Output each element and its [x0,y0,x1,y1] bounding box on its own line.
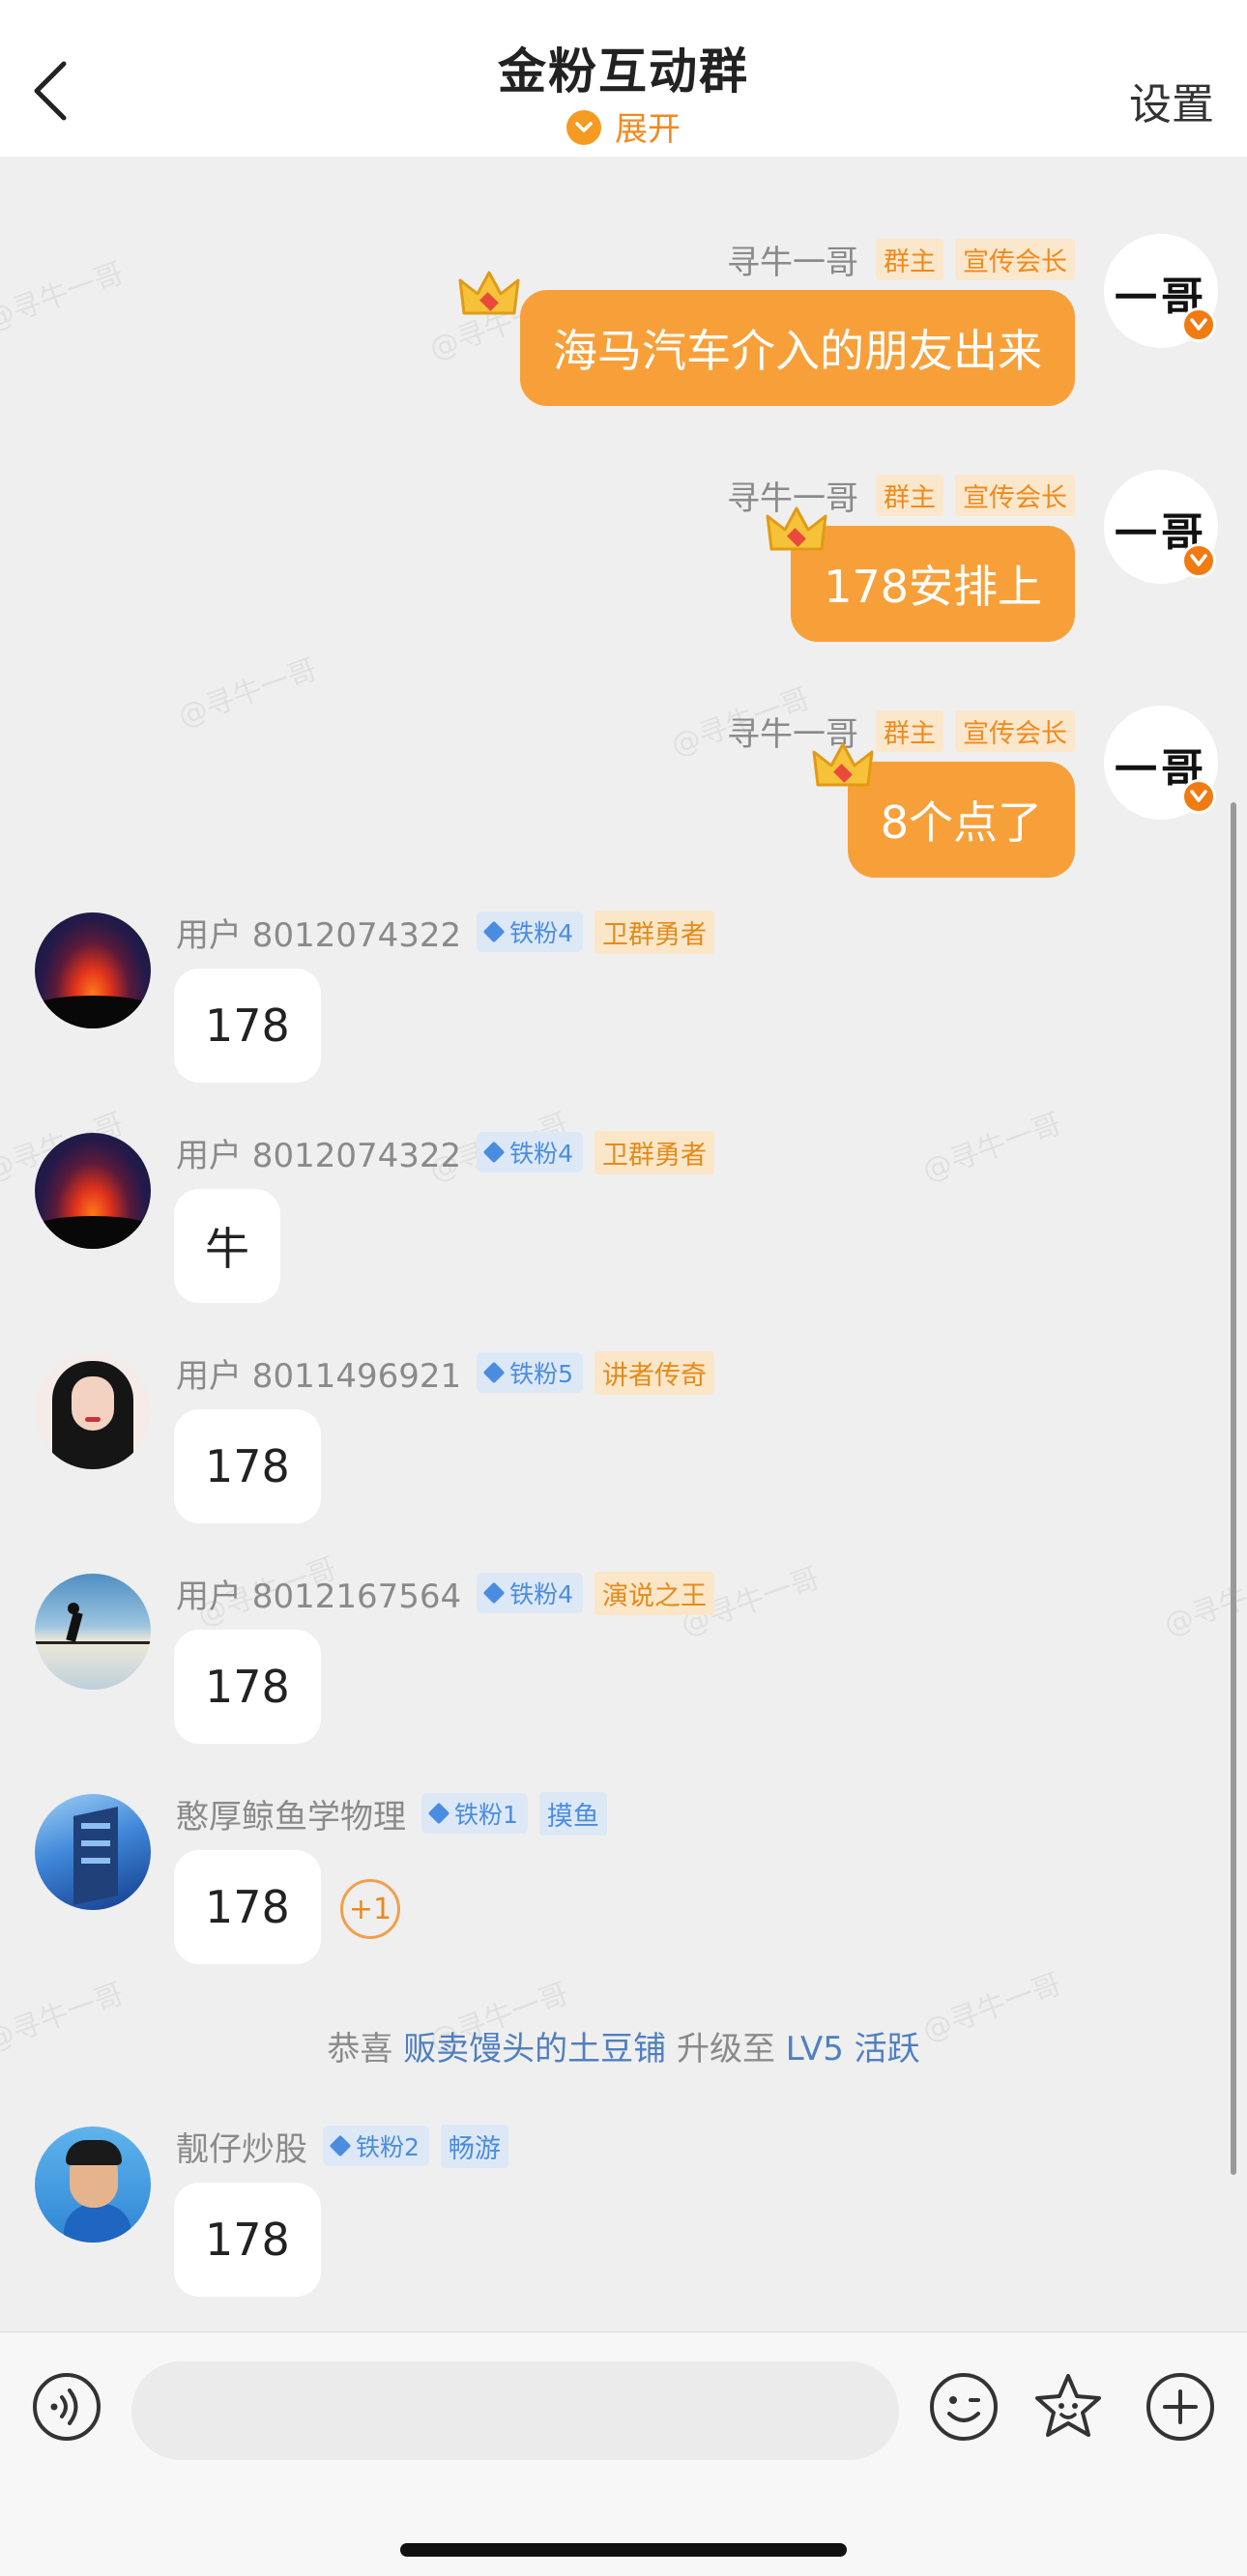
avatar[interactable]: 一哥 [1104,234,1218,348]
title-badge: 卫群勇者 [594,1130,715,1174]
title-badge: 演说之王 [594,1571,715,1615]
title-badge: 讲者传奇 [594,1350,715,1395]
message-meta: 用户 8012074322 铁粉4 卫群勇者 [176,909,715,956]
message-bubble[interactable]: 海马汽车介入的朋友出来 [520,290,1075,406]
voice-icon[interactable] [31,2371,102,2443]
avatar[interactable]: 一哥 [1104,470,1218,584]
message-bubble[interactable]: 178 [174,2183,321,2297]
message-outgoing: 一哥 寻牛一哥 群主 宣传会长 178安排上 [0,429,1247,642]
sender-name[interactable]: 用户 8011496921 [176,1349,461,1397]
message-incoming: 用户 8012074322 铁粉4 卫群勇者 178 [0,909,1247,1123]
reaction-plus-one-button[interactable]: +1 [340,1879,400,1939]
message-bubble[interactable]: 178 [174,1409,321,1523]
verified-icon [1181,307,1216,342]
message-bubble[interactable]: 178安排上 [791,526,1075,642]
plus-icon[interactable] [1145,2371,1216,2443]
title-badge: 畅游 [440,2124,508,2168]
sender-name[interactable]: 用户 8012074322 [176,1129,461,1176]
message-meta: 靓仔炒股 铁粉2 畅游 [176,2123,508,2170]
message-bubble[interactable]: 178 [174,969,321,1083]
title-badge: 卫群勇者 [594,910,715,954]
fan-level-badge: 铁粉1 [421,1793,528,1834]
diamond-icon [482,1361,506,1384]
avatar[interactable] [35,1574,151,1690]
fan-level-badge: 铁粉4 [477,1573,584,1613]
message-meta: 寻牛一哥 群主 宣传会长 [727,709,1075,754]
title-badge: 摸鱼 [538,1791,607,1836]
header: 金粉互动群 展开 设置 [0,0,1247,157]
sender-name[interactable]: 寻牛一哥 [727,236,858,283]
avatar[interactable] [35,912,151,1028]
title-badge: 宣传会长 [955,238,1075,280]
crown-icon [812,742,874,787]
message-incoming: 用户 8011496921 铁粉5 讲者传奇 178 [0,1349,1247,1564]
avatar[interactable] [35,1794,151,1910]
avatar[interactable] [35,2127,151,2243]
role-badge: 群主 [876,709,943,752]
fan-level-badge: 铁粉5 [477,1352,584,1393]
scrollbar[interactable] [1231,802,1236,2175]
expand-label: 展开 [615,110,681,149]
sender-name[interactable]: 用户 8012167564 [176,1570,461,1617]
home-indicator [400,2543,847,2557]
system-notice: 恭喜 贩卖馒头的土豆铺 升级至 LV5 活跃 [327,2030,920,2069]
message-meta: 用户 8012167564 铁粉4 演说之王 [176,1570,715,1617]
fan-level-badge: 铁粉4 [477,912,584,952]
chevron-down-icon [566,110,601,145]
sender-name[interactable]: 靓仔炒股 [176,2123,307,2170]
expand-button[interactable]: 展开 [0,102,1247,150]
message-incoming: 用户 8012074322 铁粉4 卫群勇者 牛 [0,1129,1247,1344]
diamond-icon [482,920,506,943]
diamond-icon [427,1802,450,1825]
message-bubble[interactable]: 8个点了 [847,762,1075,878]
message-incoming: 靓仔炒股 铁粉2 畅游 178 [0,2123,1247,2331]
title-badge: 宣传会长 [955,709,1075,752]
title-badge: 宣传会长 [955,474,1075,516]
settings-button[interactable]: 设置 [1129,70,1214,131]
level-label: LV5 活跃 [785,2030,920,2069]
chat-area[interactable]: @寻牛一哥 @寻牛一哥 @寻牛一哥 @寻牛一哥 @寻牛一哥 @寻牛一哥 @寻牛一… [0,157,1247,2331]
sticker-icon[interactable] [1032,2371,1104,2443]
verified-icon [1181,779,1216,814]
role-badge: 群主 [876,474,943,516]
message-bubble[interactable]: 178 [174,1630,321,1744]
avatar[interactable]: 一哥 [1104,706,1218,820]
crown-icon [766,507,827,551]
avatar[interactable] [35,1353,151,1469]
message-meta: 憨厚鲸鱼学物理 铁粉1 摸鱼 [176,1790,607,1838]
message-meta: 寻牛一哥 群主 宣传会长 [727,238,1075,282]
message-input[interactable] [131,2361,899,2460]
sender-name[interactable]: 用户 8012074322 [176,909,461,956]
message-meta: 用户 8012074322 铁粉4 卫群勇者 [176,1129,715,1176]
diamond-icon [329,2134,352,2157]
crown-icon [458,271,520,315]
fan-level-badge: 铁粉4 [477,1132,584,1172]
emoji-icon[interactable] [928,2371,1000,2443]
message-outgoing: 一哥 寻牛一哥 群主 宣传会长 海马汽车介入的朋友出来 [0,193,1247,406]
avatar[interactable] [35,1133,151,1249]
diamond-icon [482,1141,506,1164]
diamond-icon [482,1581,506,1605]
verified-icon [1181,543,1216,578]
input-bar [0,2331,1247,2576]
fan-level-badge: 铁粉2 [323,2126,429,2166]
sender-name[interactable]: 憨厚鲸鱼学物理 [176,1790,406,1838]
message-bubble[interactable]: 牛 [174,1189,280,1303]
message-incoming: 憨厚鲸鱼学物理 铁粉1 摸鱼 178 +1 [0,1790,1247,2005]
system-user-link[interactable]: 贩卖馒头的土豆铺 [403,2030,666,2069]
message-outgoing: 一哥 寻牛一哥 群主 宣传会长 8个点了 [0,665,1247,878]
page-title: 金粉互动群 [498,43,749,100]
message-meta: 用户 8011496921 铁粉5 讲者传奇 [176,1349,715,1397]
role-badge: 群主 [876,238,943,280]
message-bubble[interactable]: 178 [174,1850,321,1964]
message-incoming: 用户 8012167564 铁粉4 演说之王 178 [0,1570,1247,1784]
